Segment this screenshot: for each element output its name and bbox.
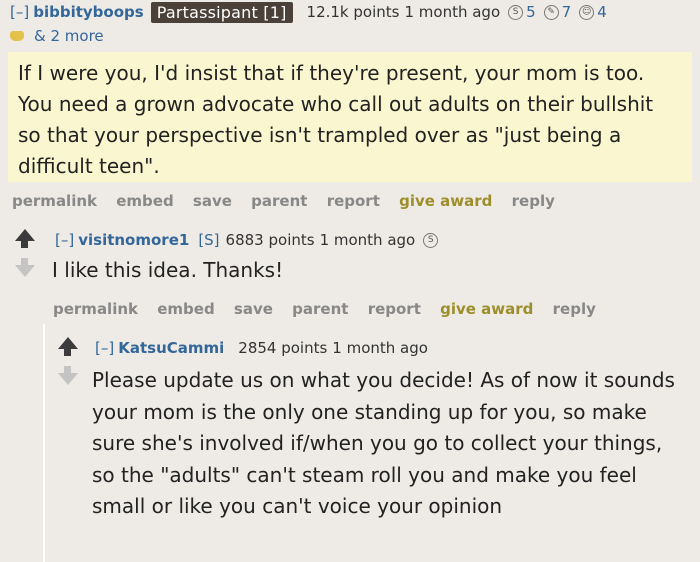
embed-link[interactable]: embed xyxy=(157,300,214,318)
award-count: 5 xyxy=(526,3,536,21)
silver-award-icon[interactable]: S xyxy=(423,232,439,248)
comment3-header: [–] KatsuCammi 2854 points 1 month ago xyxy=(95,337,428,359)
parent-link[interactable]: parent xyxy=(292,300,348,318)
collapse-toggle[interactable]: [–] xyxy=(95,339,114,357)
award-count: 7 xyxy=(561,3,572,21)
comment1-header: [–] bibbityboops Partassipant [1] 12.1k … xyxy=(10,1,607,23)
submitter-tag[interactable]: [S] xyxy=(198,231,219,249)
upvote-arrow-stem xyxy=(64,348,71,356)
comment2-header: [–] visitnomore1 [S] 6883 points 1 month… xyxy=(55,229,441,251)
reply-link[interactable]: reply xyxy=(512,192,555,210)
helpful-award-icon[interactable]: ✎ xyxy=(543,4,559,20)
give-award-link[interactable]: give award xyxy=(440,300,533,318)
reply-link[interactable]: reply xyxy=(553,300,596,318)
timestamp[interactable]: 1 month ago xyxy=(404,3,500,21)
award-count: 4 xyxy=(597,3,607,21)
comment2-actions: permalink embed save parent report give … xyxy=(53,300,610,322)
silver-award-icon[interactable]: S xyxy=(508,4,524,20)
give-award-link[interactable]: give award xyxy=(399,192,492,210)
comment2-body: I like this idea. Thanks! xyxy=(52,258,284,282)
thread-divider xyxy=(43,324,45,562)
comment3-body: Please update us on what you decide! As … xyxy=(92,368,675,518)
permalink-link[interactable]: permalink xyxy=(12,192,97,210)
score: 12.1k points xyxy=(306,3,400,21)
collapse-toggle[interactable]: [–] xyxy=(10,3,29,21)
score: 2854 points xyxy=(238,339,328,357)
comment1-actions: permalink embed save parent report give … xyxy=(12,192,569,214)
downvote-arrow-icon[interactable] xyxy=(58,373,78,385)
more-awards[interactable]: & 2 more xyxy=(10,26,104,46)
timestamp[interactable]: 1 month ago xyxy=(320,231,416,249)
downvote-arrow-icon[interactable] xyxy=(15,265,35,277)
author-link[interactable]: KatsuCammi xyxy=(118,339,224,357)
save-link[interactable]: save xyxy=(234,300,273,318)
save-link[interactable]: save xyxy=(193,192,232,210)
author-link[interactable]: bibbityboops xyxy=(33,3,143,21)
wholesome-award-icon[interactable]: ☺ xyxy=(579,4,595,20)
timestamp[interactable]: 1 month ago xyxy=(332,339,428,357)
report-link[interactable]: report xyxy=(368,300,421,318)
award-icon xyxy=(10,31,24,41)
collapse-toggle[interactable]: [–] xyxy=(55,231,74,249)
comment1-body: If I were you, I'd insist that if they'r… xyxy=(8,52,692,182)
more-awards-link[interactable]: & 2 more xyxy=(34,27,104,45)
author-link[interactable]: visitnomore1 xyxy=(78,231,189,249)
permalink-link[interactable]: permalink xyxy=(53,300,138,318)
report-link[interactable]: report xyxy=(327,192,380,210)
parent-link[interactable]: parent xyxy=(251,192,307,210)
user-flair: Partassipant [1] xyxy=(150,1,293,23)
upvote-arrow-stem xyxy=(21,240,28,248)
score: 6883 points xyxy=(225,231,315,249)
embed-link[interactable]: embed xyxy=(116,192,173,210)
